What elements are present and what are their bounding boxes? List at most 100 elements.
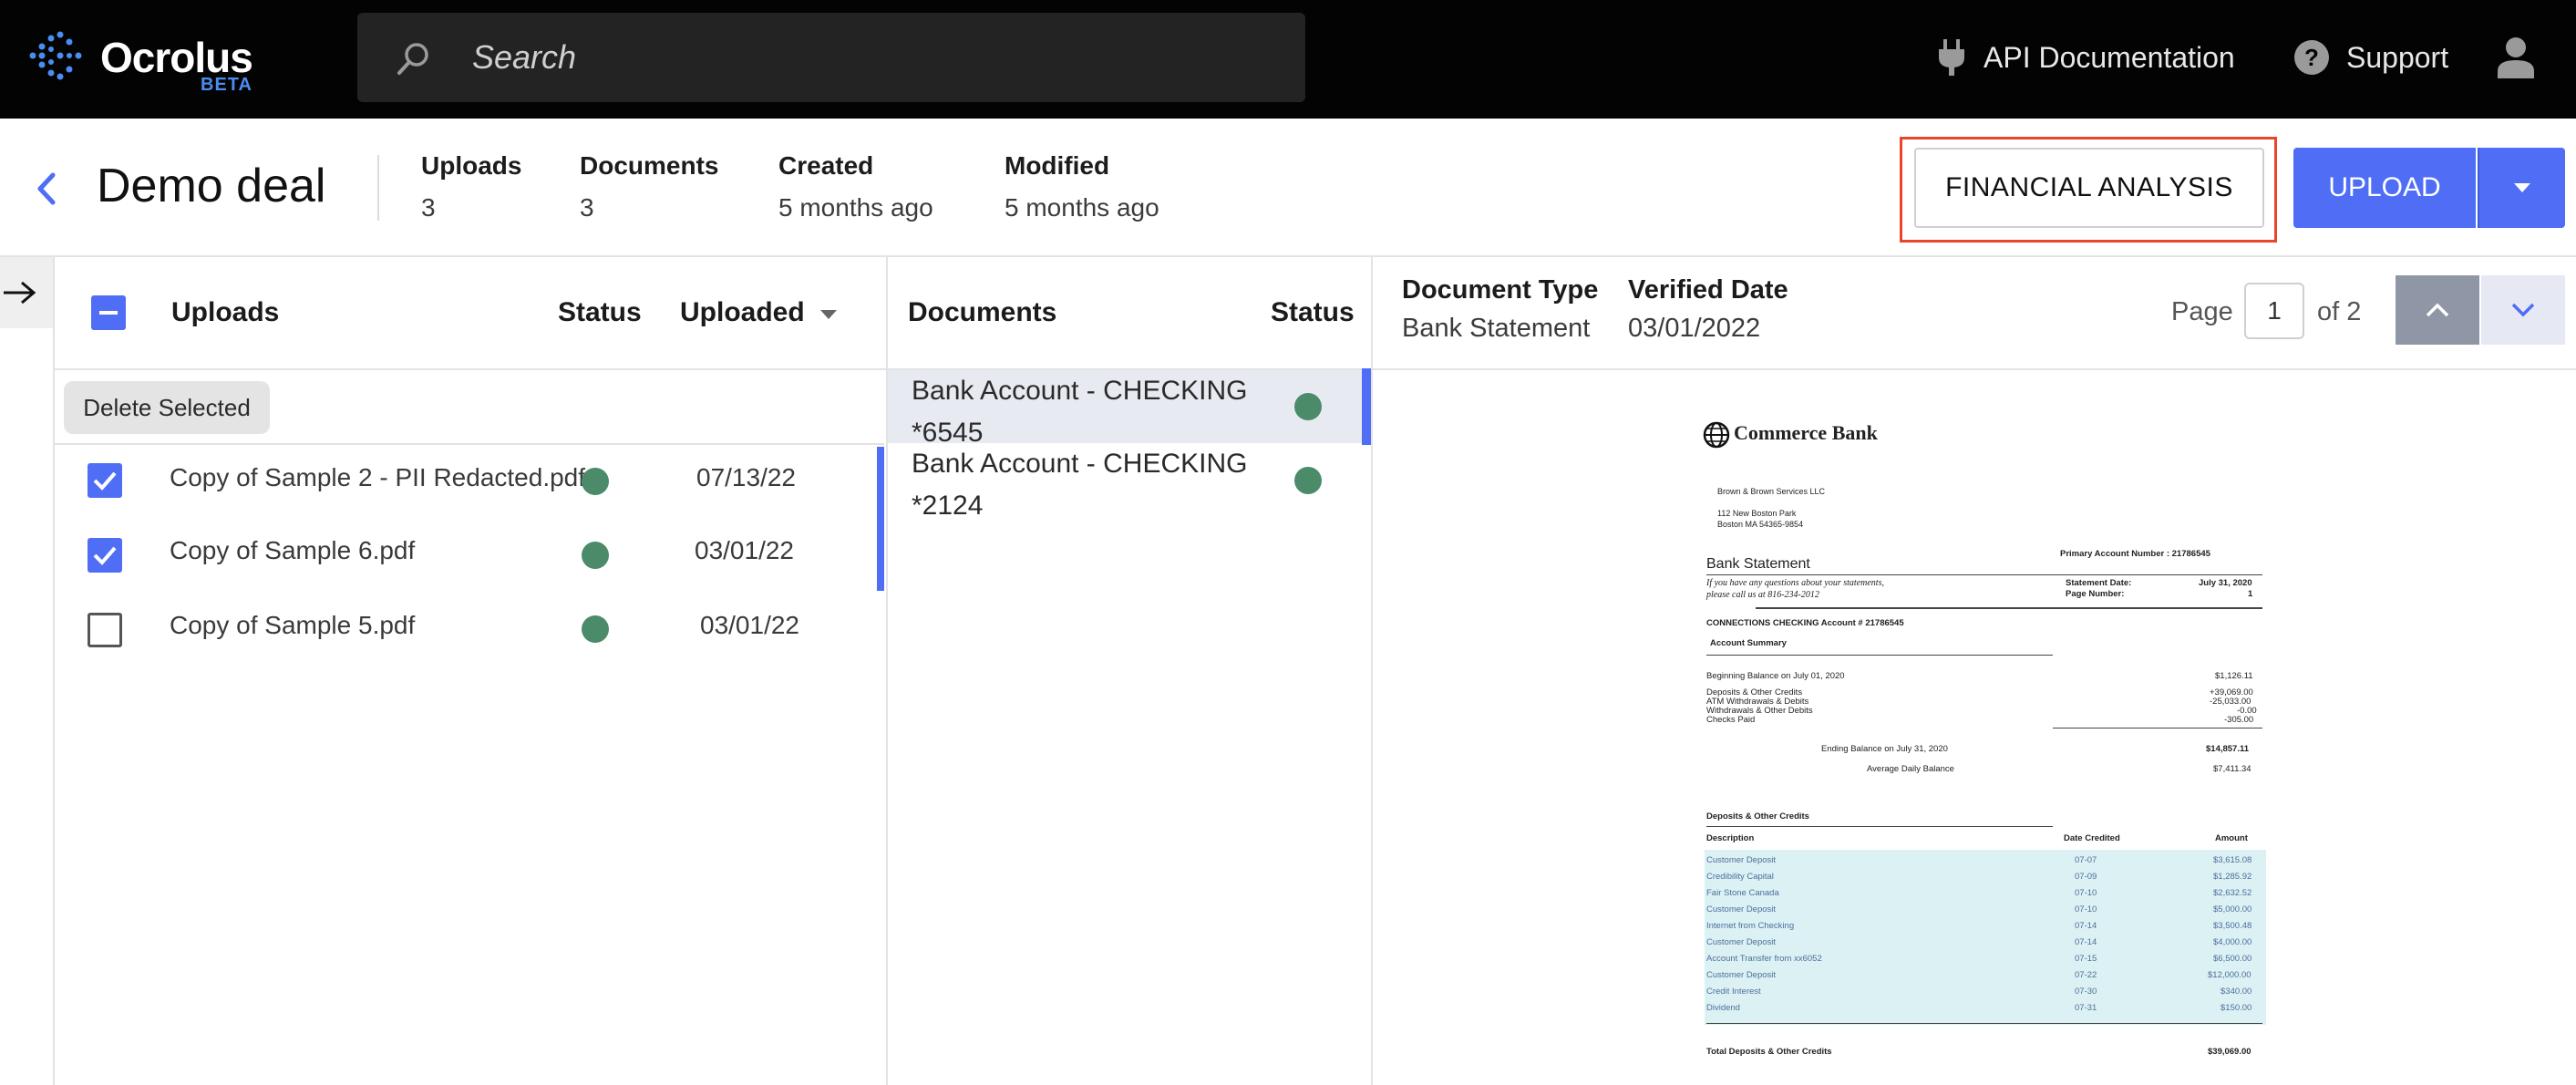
rule	[1706, 1023, 2262, 1024]
expand-sidebar-toggle[interactable]	[0, 257, 53, 328]
api-documentation-link[interactable]: API Documentation	[1936, 35, 2235, 80]
page-total: of 2	[2317, 297, 2362, 326]
select-all-checkbox[interactable]	[91, 295, 126, 330]
rule	[1756, 607, 2262, 609]
checkmark-icon	[93, 546, 117, 565]
status-dot-green	[1294, 393, 1322, 420]
credit-date: 07-14	[2075, 937, 2097, 947]
credit-desc: Customer Deposit	[1706, 855, 1777, 865]
search-input[interactable]	[472, 33, 1274, 82]
summary-value: $1,126.11	[2215, 671, 2253, 681]
next-page-button[interactable]	[2481, 275, 2565, 345]
upload-name: Copy of Sample 6.pdf	[170, 536, 416, 564]
upload-row[interactable]: Copy of Sample 5.pdf 03/01/22	[55, 593, 884, 666]
meta-modified-value: 5 months ago	[1005, 193, 1159, 222]
col-documents: Documents	[908, 297, 1057, 327]
credit-desc: Account Transfer from xx6052	[1706, 954, 1822, 964]
checkmark-icon	[93, 471, 117, 491]
credit-desc: Dividend	[1706, 1003, 1740, 1013]
credit-desc: Customer Deposit	[1706, 970, 1777, 980]
support-link[interactable]: ? Support	[2293, 35, 2448, 80]
delete-selected-button[interactable]: Delete Selected	[64, 381, 270, 434]
upload-name: Copy of Sample 5.pdf	[170, 611, 416, 639]
financial-analysis-button[interactable]: FINANCIAL ANALYSIS	[1914, 148, 2264, 228]
rule	[1706, 574, 2262, 575]
col-amount: Amount	[2215, 833, 2248, 843]
document-type-label: Document Type	[1402, 275, 1599, 305]
credit-date: 07-10	[2075, 888, 2097, 898]
upload-row[interactable]: Copy of Sample 6.pdf 03/01/22	[55, 518, 884, 591]
verified-date-value: 03/01/2022	[1628, 314, 1761, 343]
arrow-right-icon	[4, 281, 36, 305]
row-checkbox-checked[interactable]	[88, 463, 122, 498]
summary-label: Checks Paid	[1706, 715, 1756, 725]
search-bar[interactable]	[357, 13, 1305, 102]
meta-created-label: Created	[778, 151, 874, 180]
credit-date: 07-10	[2075, 904, 2097, 914]
col-uploaded[interactable]: Uploaded	[680, 297, 805, 328]
credit-desc: Credit Interest	[1706, 987, 1761, 997]
minus-icon	[99, 311, 118, 315]
upload-button[interactable]: UPLOAD	[2293, 148, 2476, 228]
summary-label: Beginning Balance on July 01, 2020	[1706, 671, 1845, 681]
previous-page-button[interactable]	[2396, 275, 2479, 345]
uploads-scrollbar[interactable]	[877, 447, 884, 591]
meta-uploads-label: Uploads	[421, 151, 522, 180]
chevron-down-icon	[2511, 303, 2535, 317]
credits-title: Deposits & Other Credits	[1706, 811, 1809, 822]
summary-value: -305.00	[2224, 715, 2254, 725]
upload-date: 03/01/22	[695, 536, 794, 564]
support-label: Support	[2346, 40, 2449, 74]
back-chevron-icon[interactable]	[33, 171, 58, 206]
meta-documents: Documents 3	[580, 151, 718, 222]
credit-date: 07-09	[2075, 872, 2097, 882]
bank-name: Commerce Bank	[1734, 421, 1878, 444]
document-type-value: Bank Statement	[1402, 314, 1591, 343]
credit-desc: Customer Deposit	[1706, 937, 1777, 947]
credit-amount: $3,500.48	[2213, 921, 2252, 931]
upload-row[interactable]: Copy of Sample 2 - PII Redacted.pdf 07/1…	[55, 445, 884, 518]
row-checkbox-unchecked[interactable]	[88, 613, 122, 647]
meta-documents-value: 3	[580, 193, 594, 222]
average-balance-value: $7,411.34	[2213, 764, 2251, 774]
rule	[1706, 826, 2053, 827]
credit-date: 07-22	[2075, 970, 2097, 980]
document-row-selected[interactable]: Bank Account - CHECKING *6545	[888, 370, 1371, 448]
statement-preview: Commerce Bank Brown & Brown Services LLC…	[1701, 410, 2266, 1085]
top-navigation-bar: Ocrolus BETA API Documentation ? Support	[0, 0, 2576, 119]
credit-amount: $1,285.92	[2213, 872, 2252, 882]
left-divider	[53, 257, 55, 1085]
sort-caret-icon[interactable]	[819, 308, 839, 321]
meta-created-value: 5 months ago	[778, 193, 933, 222]
upload-date: 03/01/22	[700, 611, 799, 639]
deal-title: Demo deal	[97, 160, 326, 212]
document-name: Bank Account - CHECKING *6545	[912, 376, 1248, 448]
document-row[interactable]: Bank Account - CHECKING *2124	[888, 443, 1371, 521]
statement-date-value: July 31, 2020	[2199, 578, 2252, 588]
page-number-label: Page Number:	[2066, 589, 2125, 599]
plug-icon	[1939, 39, 1964, 76]
col-date-credited: Date Credited	[2064, 833, 2120, 843]
row-checkbox-checked[interactable]	[88, 538, 122, 573]
credit-date: 07-07	[2075, 855, 2097, 865]
caret-down-icon	[2514, 183, 2530, 192]
beta-badge: BETA	[201, 75, 252, 95]
commerce-bank-globe-icon	[1703, 421, 1730, 449]
meta-uploads-value: 3	[421, 193, 436, 222]
statement-title: Bank Statement	[1706, 556, 1810, 572]
meta-documents-label: Documents	[580, 151, 719, 180]
user-avatar-icon[interactable]	[2496, 36, 2536, 78]
page-number-input[interactable]	[2244, 283, 2304, 339]
total-credits-label: Total Deposits & Other Credits	[1706, 1047, 1832, 1057]
uploads-header: Uploads Status Uploaded	[55, 257, 886, 370]
svg-text:?: ?	[2304, 44, 2319, 71]
ending-balance-value: $14,857.11	[2206, 744, 2250, 754]
search-icon	[397, 43, 428, 75]
account-line: CONNECTIONS CHECKING Account # 21786545	[1706, 618, 1904, 628]
summary-title: Account Summary	[1710, 638, 1787, 648]
upload-dropdown-button[interactable]	[2478, 148, 2565, 228]
verified-date-label: Verified Date	[1628, 275, 1788, 305]
credit-amount: $6,500.00	[2213, 954, 2252, 964]
question-line-2: please call us at 816-234-2012	[1706, 590, 1819, 600]
average-balance-label: Average Daily Balance	[1867, 764, 1954, 774]
